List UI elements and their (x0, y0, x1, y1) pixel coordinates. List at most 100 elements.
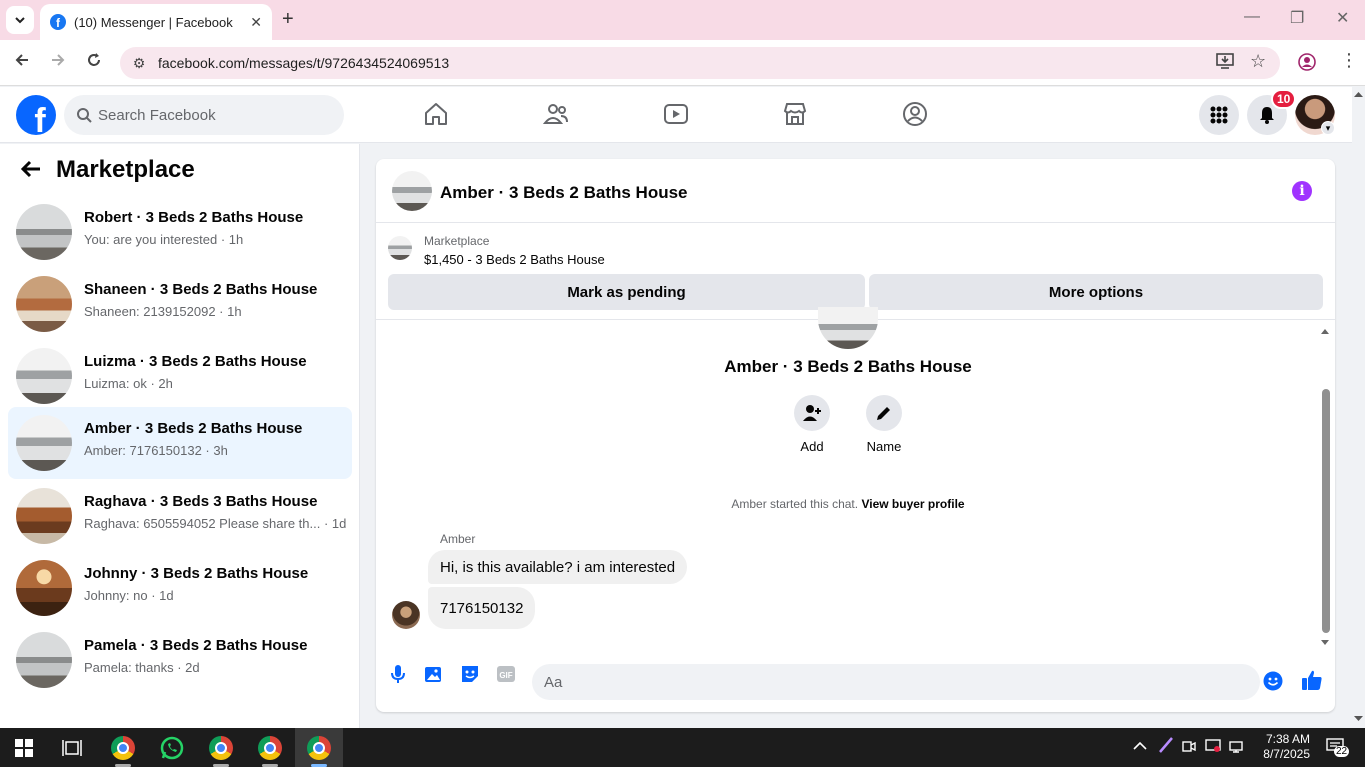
chevron-down-icon[interactable]: ▾ (1321, 121, 1335, 135)
tab-title: (10) Messenger | Facebook (74, 14, 233, 30)
url-text: facebook.com/messages/t/9726434524069513 (158, 55, 450, 71)
chrome-profile-3-icon[interactable] (258, 736, 282, 760)
marketplace-icon[interactable] (782, 101, 808, 127)
chevron-up-icon[interactable] (1133, 739, 1147, 754)
home-icon[interactable] (423, 101, 449, 127)
close-tab-icon[interactable]: ✕ (250, 14, 262, 31)
minimize-icon[interactable]: — (1244, 8, 1260, 26)
close-window-icon[interactable]: ✕ (1336, 8, 1349, 28)
conversation-item[interactable]: Pamela · 3 Beds 2 Baths House Pamela: th… (8, 624, 352, 696)
search-input[interactable] (98, 106, 318, 124)
conversation-item-active[interactable]: Amber · 3 Beds 2 Baths House Amber: 7176… (8, 407, 352, 479)
scroll-up-arrow-icon[interactable] (1352, 89, 1365, 99)
browser-menu-icon[interactable]: ⋮ (1340, 50, 1358, 71)
conversation-preview: Shaneen: 2139152092 · 1h (84, 304, 242, 319)
facebook-logo-icon[interactable]: f (16, 95, 56, 135)
install-app-icon[interactable] (1216, 53, 1234, 74)
conversation-name: Robert · 3 Beds 2 Baths House (84, 209, 304, 226)
scroll-down-arrow-icon[interactable] (1352, 714, 1365, 724)
info-icon[interactable]: i (1292, 181, 1312, 201)
site-settings-icon[interactable]: ⚙ (130, 54, 148, 72)
conversation-name: Raghava · 3 Beds 3 Baths House (84, 493, 318, 510)
listing-thumbnail[interactable] (388, 236, 412, 260)
message-composer: GIF (376, 651, 1335, 712)
chat-listing-thumbnail[interactable] (392, 171, 432, 211)
chat-scrollbar-thumb[interactable] (1322, 389, 1330, 633)
friends-icon[interactable] (543, 101, 569, 127)
restore-icon[interactable]: ❐ (1290, 8, 1304, 28)
new-tab-button[interactable]: + (282, 8, 294, 31)
chrome-profile-2-icon[interactable] (209, 736, 233, 760)
video-icon[interactable] (663, 101, 689, 127)
sticker-icon[interactable] (459, 663, 481, 685)
add-people-action[interactable]: Add (782, 395, 842, 454)
windows-start-icon[interactable] (12, 736, 36, 760)
microphone-icon[interactable] (387, 663, 409, 685)
pencil-icon (877, 407, 890, 420)
reload-icon[interactable] (86, 52, 102, 73)
conversation-item[interactable]: Johnny · 3 Beds 2 Baths House Johnny: no… (8, 552, 352, 624)
chat-title[interactable]: Amber · 3 Beds 2 Baths House (440, 183, 688, 203)
page-scrollbar[interactable] (1352, 87, 1365, 728)
tab-search-button[interactable] (6, 6, 34, 34)
profile-icon[interactable] (1298, 53, 1316, 76)
browser-tab-messenger[interactable]: f (10) Messenger | Facebook ✕ (40, 4, 272, 40)
notification-count: 22 (1334, 746, 1350, 757)
meet-now-icon[interactable] (1182, 739, 1196, 756)
edit-name-action[interactable]: Name (854, 395, 914, 454)
conversation-item[interactable]: Shaneen · 3 Beds 2 Baths House Shaneen: … (8, 268, 352, 340)
network-icon[interactable] (1229, 739, 1245, 756)
search-box[interactable] (64, 95, 344, 135)
edit-name-button[interactable] (866, 395, 902, 431)
conversation-preview: Amber: 7176150132 · 3h (84, 443, 228, 458)
conversation-name: Amber · 3 Beds 2 Baths House (84, 420, 303, 437)
message-thread[interactable]: Amber · 3 Beds 2 Baths House Add Name Am… (376, 307, 1335, 651)
message-input[interactable] (544, 673, 1204, 691)
chrome-profile-1-icon[interactable] (111, 736, 135, 760)
task-view-icon[interactable] (60, 736, 84, 760)
clock-time: 7:38 AM (1265, 732, 1310, 746)
chat-intro-name: Amber · 3 Beds 2 Baths House (724, 357, 972, 376)
browser-tab-bar: f (10) Messenger | Facebook ✕ + — ❐ ✕ (0, 0, 1365, 40)
sender-avatar[interactable] (392, 601, 420, 629)
thumbs-up-icon[interactable] (1301, 669, 1323, 691)
add-label: Add (800, 439, 824, 454)
menu-grid-button[interactable] (1199, 95, 1239, 135)
bookmark-star-icon[interactable]: ☆ (1250, 51, 1266, 72)
listing-description[interactable]: $1,450 - 3 Beds 2 Baths House (424, 252, 605, 267)
address-bar[interactable]: ⚙ facebook.com/messages/t/97264345240695… (120, 47, 1280, 79)
conversation-item[interactable]: Robert · 3 Beds 2 Baths House You: are y… (8, 196, 352, 268)
photo-icon[interactable] (423, 663, 445, 685)
emoji-icon[interactable] (1262, 670, 1284, 692)
conversation-name: Luizma · 3 Beds 2 Baths House (84, 353, 307, 370)
listing-source: Marketplace (424, 234, 490, 248)
listing-summary: Marketplace $1,450 - 3 Beds 2 Baths Hous… (376, 224, 1335, 320)
message-bubble[interactable]: 7176150132 (428, 587, 536, 629)
back-arrow-icon[interactable] (20, 158, 42, 186)
screen-capture-icon[interactable] (1205, 739, 1221, 756)
message-bubble[interactable]: Hi, is this available? i am interested (428, 550, 688, 584)
conversation-item[interactable]: Luizma · 3 Beds 2 Baths House Luizma: ok… (8, 340, 352, 412)
conversation-item[interactable]: Raghava · 3 Beds 3 Baths House Raghava: … (8, 480, 352, 552)
more-options-button[interactable]: More options (869, 274, 1323, 310)
message-input-box[interactable] (532, 664, 1260, 700)
scroll-up-arrow-icon[interactable] (1320, 327, 1330, 335)
scroll-down-arrow-icon[interactable] (1320, 639, 1330, 647)
mark-as-pending-button[interactable]: Mark as pending (388, 274, 865, 310)
conversation-name: Pamela · 3 Beds 2 Baths House (84, 637, 308, 654)
forward-arrow-icon[interactable] (50, 52, 66, 73)
name-label: Name (866, 439, 902, 454)
system-clock[interactable]: 7:38 AM 8/7/2025 (1250, 732, 1310, 762)
chat-header: Amber · 3 Beds 2 Baths House i (376, 159, 1335, 223)
back-arrow-icon[interactable] (14, 52, 30, 73)
whatsapp-icon[interactable] (160, 736, 184, 760)
svg-text:GIF: GIF (499, 671, 512, 680)
pen-icon[interactable] (1158, 736, 1174, 757)
started-text: Amber started this chat. (731, 497, 859, 511)
view-buyer-profile-link[interactable]: View buyer profile (861, 497, 964, 511)
notification-center[interactable]: 22 (1326, 738, 1350, 757)
gaming-icon[interactable] (902, 101, 928, 127)
chrome-profile-4-icon[interactable] (307, 736, 331, 760)
add-person-button[interactable] (794, 395, 830, 431)
gif-icon[interactable]: GIF (495, 663, 517, 685)
